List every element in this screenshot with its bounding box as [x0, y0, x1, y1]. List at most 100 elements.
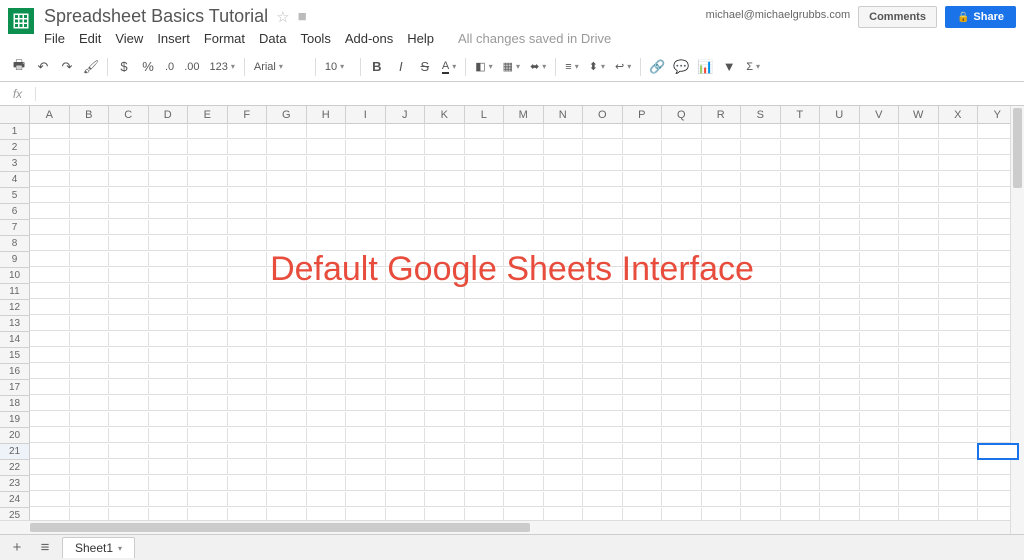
- cell[interactable]: [465, 460, 505, 475]
- cell[interactable]: [860, 172, 900, 187]
- cell[interactable]: [70, 236, 110, 251]
- cell[interactable]: [465, 380, 505, 395]
- cell[interactable]: [307, 396, 347, 411]
- cell[interactable]: [307, 300, 347, 315]
- cell[interactable]: [228, 412, 268, 427]
- cell[interactable]: [109, 140, 149, 155]
- cell[interactable]: [899, 220, 939, 235]
- cell[interactable]: [346, 476, 386, 491]
- menu-file[interactable]: File: [44, 31, 65, 46]
- cell[interactable]: [109, 476, 149, 491]
- cell[interactable]: [899, 300, 939, 315]
- cell[interactable]: [30, 124, 70, 139]
- cell[interactable]: [504, 492, 544, 507]
- cell[interactable]: [623, 140, 663, 155]
- cell[interactable]: [741, 140, 781, 155]
- cell[interactable]: [623, 476, 663, 491]
- cell[interactable]: [544, 252, 584, 267]
- cell[interactable]: [939, 348, 979, 363]
- spreadsheet-grid[interactable]: ABCDEFGHIJKLMNOPQRSTUVWXY123456789101112…: [0, 106, 1024, 534]
- column-header[interactable]: O: [583, 106, 623, 124]
- cell[interactable]: [662, 124, 702, 139]
- cell[interactable]: [504, 316, 544, 331]
- cell[interactable]: [860, 236, 900, 251]
- column-header[interactable]: G: [267, 106, 307, 124]
- cell[interactable]: [583, 364, 623, 379]
- cell[interactable]: [149, 172, 189, 187]
- cell[interactable]: [544, 316, 584, 331]
- cell[interactable]: [149, 412, 189, 427]
- cell[interactable]: [425, 476, 465, 491]
- cell[interactable]: [267, 140, 307, 155]
- cell[interactable]: [781, 156, 821, 171]
- cell[interactable]: [228, 172, 268, 187]
- menu-view[interactable]: View: [115, 31, 143, 46]
- cell[interactable]: [228, 348, 268, 363]
- cell[interactable]: [70, 380, 110, 395]
- cell[interactable]: [30, 476, 70, 491]
- cell[interactable]: [544, 332, 584, 347]
- cell[interactable]: [346, 188, 386, 203]
- cell[interactable]: [623, 204, 663, 219]
- cell[interactable]: [30, 332, 70, 347]
- star-icon[interactable]: ☆: [276, 8, 289, 26]
- cell[interactable]: [30, 268, 70, 283]
- cell[interactable]: [504, 460, 544, 475]
- cell[interactable]: [70, 492, 110, 507]
- cell[interactable]: [386, 460, 426, 475]
- cell[interactable]: [346, 444, 386, 459]
- cell[interactable]: [307, 252, 347, 267]
- cell[interactable]: [228, 396, 268, 411]
- cell[interactable]: [820, 204, 860, 219]
- cell[interactable]: [425, 444, 465, 459]
- cell[interactable]: [30, 396, 70, 411]
- sheet-tab[interactable]: Sheet1 ▾: [62, 537, 135, 558]
- column-header[interactable]: Q: [662, 106, 702, 124]
- cell[interactable]: [307, 316, 347, 331]
- cell[interactable]: [662, 236, 702, 251]
- cell[interactable]: [741, 156, 781, 171]
- cell[interactable]: [741, 428, 781, 443]
- print-icon[interactable]: 🖶: [8, 56, 30, 78]
- cell[interactable]: [425, 348, 465, 363]
- cell[interactable]: [267, 172, 307, 187]
- cell[interactable]: [702, 396, 742, 411]
- cell[interactable]: [346, 204, 386, 219]
- cell[interactable]: [702, 316, 742, 331]
- row-header[interactable]: 4: [0, 172, 30, 188]
- cell[interactable]: [307, 412, 347, 427]
- cell[interactable]: [781, 428, 821, 443]
- row-header[interactable]: 7: [0, 220, 30, 236]
- cell[interactable]: [425, 252, 465, 267]
- row-header[interactable]: 11: [0, 284, 30, 300]
- cell[interactable]: [741, 412, 781, 427]
- cell[interactable]: [504, 476, 544, 491]
- cell[interactable]: [583, 172, 623, 187]
- cell[interactable]: [307, 444, 347, 459]
- cell[interactable]: [781, 316, 821, 331]
- cell[interactable]: [188, 204, 228, 219]
- cell[interactable]: [899, 268, 939, 283]
- cell[interactable]: [425, 428, 465, 443]
- cell[interactable]: [781, 444, 821, 459]
- cell[interactable]: [188, 444, 228, 459]
- cell[interactable]: [109, 492, 149, 507]
- cell[interactable]: [781, 140, 821, 155]
- cell[interactable]: [425, 284, 465, 299]
- cell[interactable]: [781, 364, 821, 379]
- cell[interactable]: [307, 140, 347, 155]
- cell[interactable]: [662, 252, 702, 267]
- redo-icon[interactable]: ↷: [56, 56, 78, 78]
- cell[interactable]: [149, 396, 189, 411]
- cell[interactable]: [583, 332, 623, 347]
- cell[interactable]: [30, 236, 70, 251]
- cell[interactable]: [307, 380, 347, 395]
- cell[interactable]: [623, 300, 663, 315]
- cell[interactable]: [30, 188, 70, 203]
- cell[interactable]: [899, 316, 939, 331]
- cell[interactable]: [741, 284, 781, 299]
- cell[interactable]: [267, 220, 307, 235]
- column-header[interactable]: X: [939, 106, 979, 124]
- cell[interactable]: [425, 460, 465, 475]
- cell[interactable]: [149, 364, 189, 379]
